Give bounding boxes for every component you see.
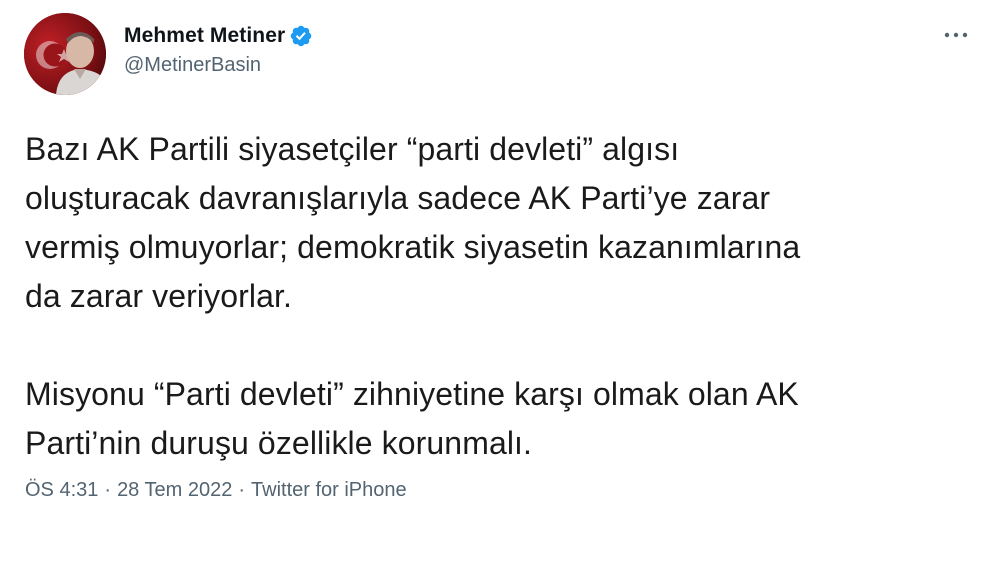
tweet-text: Bazı AK Partili siyasetçiler “parti devl… bbox=[25, 125, 965, 468]
meta-separator: · bbox=[238, 479, 246, 501]
name-row: Mehmet Metiner bbox=[124, 22, 313, 50]
author-block: Mehmet Metiner @MetinerBasin bbox=[124, 22, 313, 77]
avatar-image bbox=[24, 13, 106, 95]
tweet-card: Mehmet Metiner @MetinerBasin Bazı AK Par… bbox=[0, 0, 999, 563]
tweet-date[interactable]: 28 Tem 2022 bbox=[117, 479, 232, 502]
tweet-paragraph-1: Bazı AK Partili siyasetçiler “parti devl… bbox=[25, 131, 801, 314]
more-horizontal-icon bbox=[944, 32, 968, 38]
avatar[interactable] bbox=[24, 13, 106, 95]
verified-badge-icon bbox=[289, 24, 313, 48]
tweet-paragraph-2: Misyonu “Parti devleti” zihniyetine karş… bbox=[25, 376, 799, 461]
tweet-metadata: ÖS 4:31 · 28 Tem 2022 · Twitter for iPho… bbox=[25, 479, 407, 502]
more-options-button[interactable] bbox=[939, 20, 973, 50]
display-name[interactable]: Mehmet Metiner bbox=[124, 24, 285, 48]
meta-separator: · bbox=[104, 479, 112, 501]
handle[interactable]: @MetinerBasin bbox=[124, 54, 313, 77]
tweet-source[interactable]: Twitter for iPhone bbox=[251, 479, 407, 502]
tweet-time[interactable]: ÖS 4:31 bbox=[25, 479, 98, 502]
